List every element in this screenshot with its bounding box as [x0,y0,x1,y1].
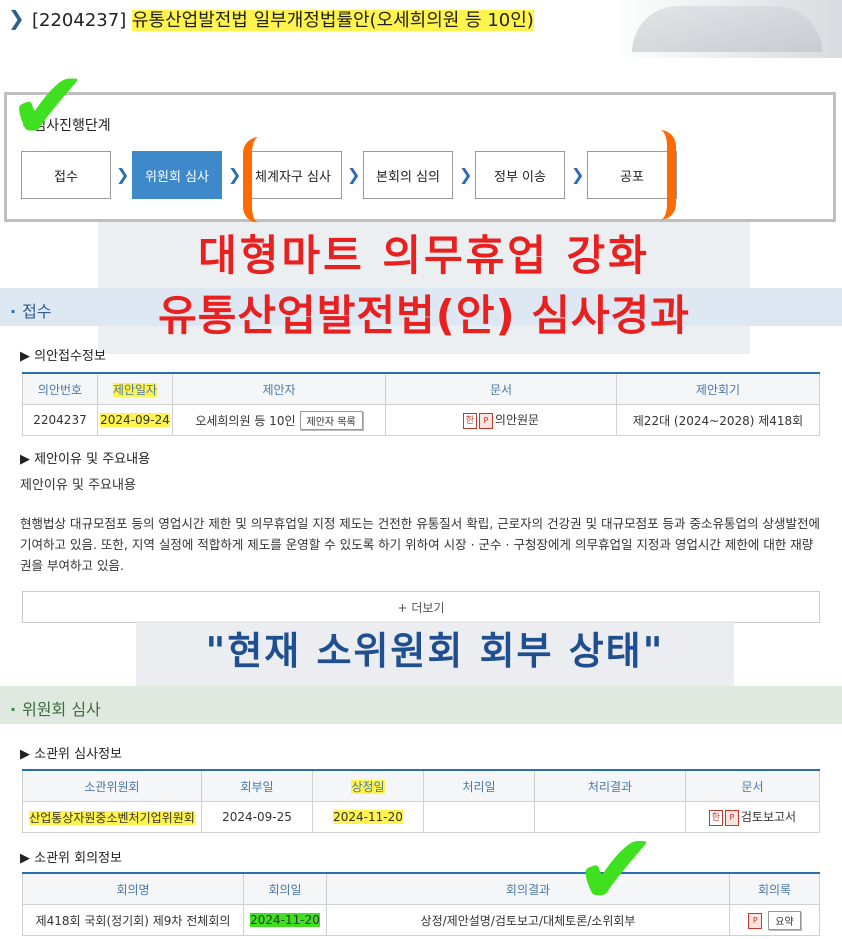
col-minutes: 회의록 [729,872,820,905]
sub-title-committee-review: ▶ 소관위 심사정보 [20,747,122,762]
cell-document[interactable]: 한 P 검토보고서 [685,801,820,833]
col-meeting-date: 회의일 [243,872,327,905]
bill-name: 유통산업발전법 일부개정법률안 [131,10,370,31]
col-proposal-date: 제안일자 [97,372,173,405]
title-arrow-icon: ❯ [8,6,25,30]
reason-label: 제안이유 및 주요내용 [20,478,136,493]
pdf-file-icon[interactable]: P [724,809,739,826]
col-document: 문서 [685,769,820,802]
cell-refer-date: 2024-09-25 [201,801,313,833]
more-button[interactable]: + 더보기 [22,591,820,623]
table-row: 2204237 2024-09-24 오세희의원 등 10인 제안자 목록 한P의… [22,404,820,436]
chevron-right-icon: ❯ [116,165,130,184]
col-present-date: 상정일 [312,769,424,802]
bill-proposer: (오세희의원 등 10인) [369,10,534,31]
hwp-file-icon[interactable]: 한 [462,412,477,429]
hwp-file-icon[interactable]: 한 [708,809,723,826]
table-header-row: 회의명 회의일 회의결과 회의록 [22,872,820,905]
headline-line-2: 유통산업발전법(안) 심사경과 [158,291,690,340]
col-refer-date: 회부일 [201,769,313,802]
pdf-file-icon[interactable]: P [478,412,493,429]
cell-present-date: 2024-11-20 [312,801,424,833]
sub-title-receipt-info: ▶ 의안접수정보 [20,349,106,364]
col-meeting-name: 회의명 [22,872,244,905]
col-document: 문서 [385,372,617,405]
cell-meeting-name: 제418회 국회(정기회) 제9차 전체회의 [22,904,244,936]
pdf-file-icon[interactable]: P [748,913,763,929]
cell-session: 제22대 (2024~2028) 제418회 [616,404,820,436]
proposer-list-button[interactable]: 제안자 목록 [299,410,363,430]
stage-step-committee[interactable]: 위원회 심사 [132,151,222,199]
table-row: 제418회 국회(정기회) 제9차 전체회의 2024-11-20 상정/제안설… [22,904,820,936]
assembly-building-image [632,6,822,52]
orange-bracket-left [243,137,263,223]
orange-bracket-right [656,130,676,220]
section-title-committee: · 위원회 심사 [10,700,101,719]
chevron-right-icon: ❯ [459,165,473,184]
table-row: 산업통상자원중소벤처기업위원회 2024-09-25 2024-11-20 한P… [22,801,820,833]
headline-line-1: 대형마트 의무휴업 강화 [198,231,650,280]
cell-document[interactable]: 한 P 의안원문 [385,404,617,436]
summary-button[interactable]: 요약 [768,910,801,930]
check-mark-icon: ✔ [574,811,658,928]
col-process-date: 처리일 [423,769,535,802]
col-process-result: 처리결과 [534,769,686,802]
col-session: 제안회기 [616,372,820,405]
section-title-receipt: · 접수 [10,302,52,321]
sub-title-reason: ▶ 제안이유 및 주요내용 [20,452,151,467]
cell-committee: 산업통상자원중소벤처기업위원회 [22,801,202,833]
cell-meeting-date: 2024-11-20 [243,904,327,936]
cell-process-date [423,801,535,833]
meeting-table: 회의명 회의일 회의결과 회의록 제418회 국회(정기회) 제9차 전체회의 … [22,872,820,936]
receipt-table: 의안번호 제안일자 제안자 문서 제안회기 2204237 2024-09-24… [22,372,820,436]
chevron-right-icon: ❯ [228,165,242,184]
table-header-row: 소관위원회 회부일 상정일 처리일 처리결과 문서 [22,769,820,802]
cell-proposer: 오세희의원 등 10인 제안자 목록 [172,404,386,436]
reason-text: 현행법상 대규모점포 등의 영업시간 제한 및 의무휴업일 지정 제도는 건전한… [20,516,820,573]
bill-title: [2204237] 유통산업발전법 일부개정법률안(오세희의원 등 10인) [32,6,534,32]
cell-meeting-result: 상정/제안설명/검토보고/대체토론/소위회부 [326,904,730,936]
col-meeting-result: 회의결과 [326,872,730,905]
table-header-row: 의안번호 제안일자 제안자 문서 제안회기 [22,372,820,405]
col-bill-no: 의안번호 [22,372,98,405]
cell-bill-no: 2204237 [22,404,98,436]
cell-minutes[interactable]: P 요약 [729,904,820,936]
col-proposer: 제안자 [172,372,386,405]
chevron-right-icon: ❯ [571,165,585,184]
section-bar-committee [0,686,842,724]
chevron-right-icon: ❯ [347,165,361,184]
status-overlay-text: "현재 소위원회 회부 상태" [205,629,665,673]
check-mark-icon: ✔ [8,50,89,162]
sub-title-meeting-info: ▶ 소관위 회의정보 [20,851,122,866]
bill-number: [2204237] [32,10,127,31]
cell-proposal-date: 2024-09-24 [97,404,173,436]
committee-table: 소관위원회 회부일 상정일 처리일 처리결과 문서 산업통상자원중소벤처기업위원… [22,769,820,833]
stage-step-government-transfer[interactable]: 정부 이송 [475,151,565,199]
stage-step-plenary[interactable]: 본회의 심의 [363,151,453,199]
col-committee: 소관위원회 [22,769,202,802]
